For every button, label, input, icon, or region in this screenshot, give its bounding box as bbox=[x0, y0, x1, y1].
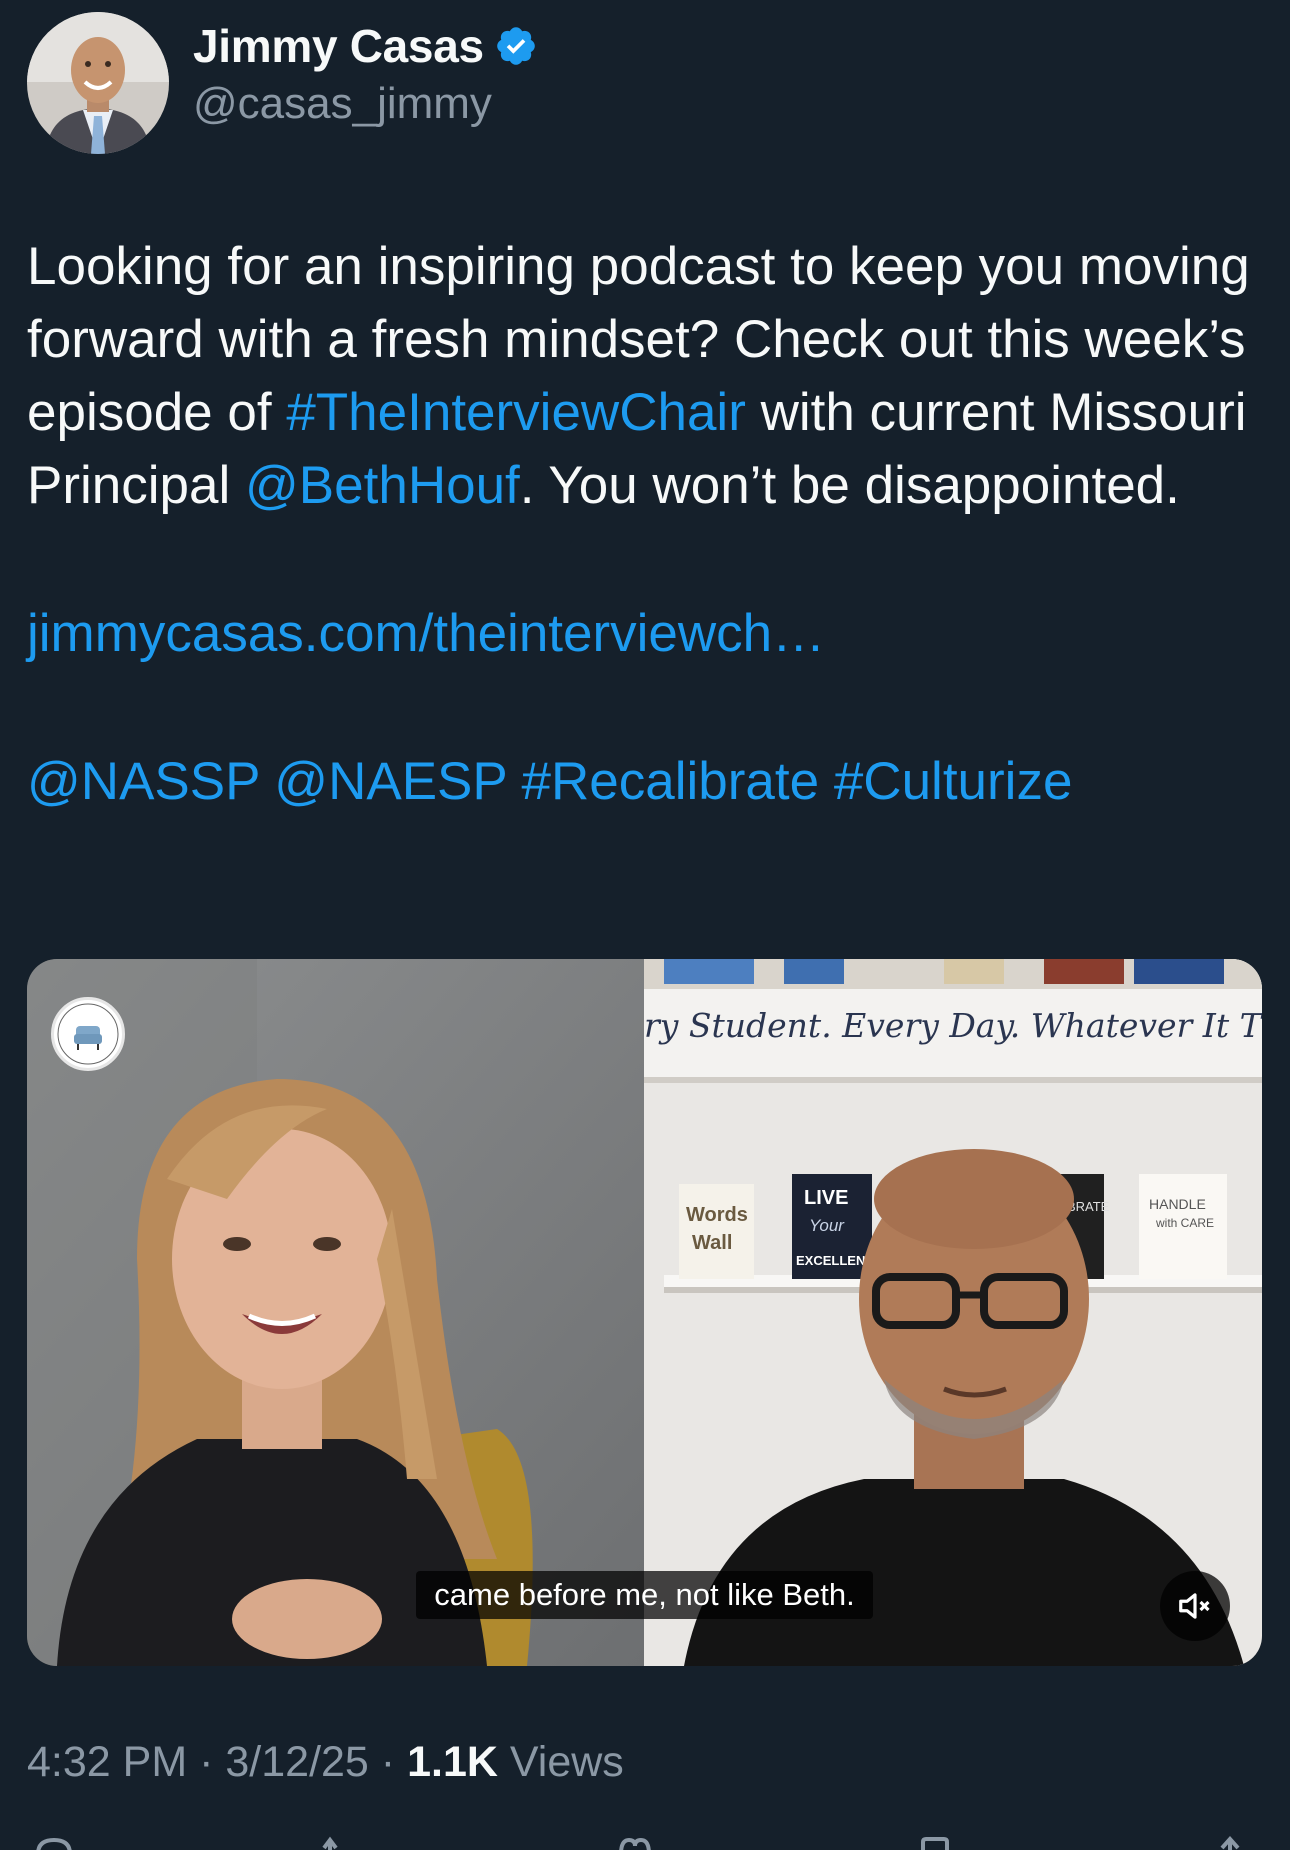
tweet-meta: 4:32 PM · 3/12/25 · 1.1K Views bbox=[27, 1738, 624, 1787]
book-handle-with-care: HANDLE with CARE bbox=[1139, 1174, 1227, 1279]
repost-icon[interactable] bbox=[320, 1836, 360, 1850]
svg-text:with CARE: with CARE bbox=[1155, 1216, 1214, 1230]
share-icon[interactable] bbox=[1210, 1836, 1250, 1850]
speaker-muted-icon bbox=[1179, 1593, 1210, 1619]
author-names: Jimmy Casas @casas_jimmy bbox=[193, 19, 538, 129]
views-count[interactable]: 1.1K bbox=[407, 1738, 498, 1786]
tweet-paragraph-tags: @NASSP @NAESP #Recalibrate #Culturize bbox=[27, 745, 1257, 818]
book-words-wall: Words Wall bbox=[679, 1184, 754, 1279]
hashtag-link[interactable]: #Recalibrate bbox=[522, 752, 820, 811]
mention-link[interactable]: @NASSP bbox=[27, 752, 260, 811]
tweet-paragraph-main: Looking for an inspiring podcast to keep… bbox=[27, 230, 1257, 522]
url-link[interactable]: jimmycasas.com/theinterviewch… bbox=[27, 604, 825, 663]
reply-icon[interactable] bbox=[34, 1836, 74, 1850]
like-icon[interactable] bbox=[615, 1836, 655, 1850]
svg-text:LIVE: LIVE bbox=[804, 1187, 848, 1209]
video-frame-right: ry Student. Every Day. Whatever It T Wor… bbox=[644, 959, 1262, 1666]
tweet-paragraph-link: jimmycasas.com/theinterviewch… bbox=[27, 597, 1257, 670]
meta-separator: · bbox=[380, 1738, 396, 1786]
tweet-body: Looking for an inspiring podcast to keep… bbox=[27, 230, 1257, 818]
mute-toggle-button[interactable] bbox=[1160, 1571, 1230, 1641]
tweet-time[interactable]: 4:32 PM bbox=[27, 1738, 187, 1786]
display-name[interactable]: Jimmy Casas bbox=[193, 19, 484, 73]
svg-text:Wall: Wall bbox=[692, 1232, 732, 1254]
svg-text:Your: Your bbox=[809, 1216, 845, 1235]
svg-text:Words: Words bbox=[686, 1204, 748, 1226]
action-bar bbox=[0, 1836, 1290, 1850]
wall-banner-text: ry Student. Every Day. Whatever It T bbox=[644, 1006, 1262, 1045]
handle[interactable]: @casas_jimmy bbox=[193, 79, 538, 129]
mention-link[interactable]: @NAESP bbox=[274, 752, 507, 811]
video-frame-left bbox=[27, 959, 644, 1666]
avatar[interactable] bbox=[27, 12, 169, 154]
video-caption: came before me, not like Beth. bbox=[27, 1571, 1262, 1619]
bookmark-icon[interactable] bbox=[915, 1836, 955, 1850]
caption-text: came before me, not like Beth. bbox=[416, 1571, 873, 1619]
tweet-detail-page: Jimmy Casas @casas_jimmy Looking for an … bbox=[0, 0, 1290, 1850]
tweet-text-segment: . You won’t be disappointed. bbox=[519, 456, 1180, 515]
hashtag-link[interactable]: #Culturize bbox=[834, 752, 1073, 811]
tweet-header: Jimmy Casas @casas_jimmy bbox=[27, 12, 538, 154]
podcast-logo-icon bbox=[51, 997, 125, 1071]
views-label: Views bbox=[509, 1738, 624, 1786]
verified-badge-icon[interactable] bbox=[494, 24, 538, 68]
mention-link[interactable]: @BethHouf bbox=[245, 456, 520, 515]
meta-separator: · bbox=[199, 1738, 214, 1786]
video-player[interactable]: ry Student. Every Day. Whatever It T Wor… bbox=[27, 959, 1262, 1666]
tweet-date[interactable]: 3/12/25 bbox=[225, 1738, 368, 1786]
display-name-row: Jimmy Casas bbox=[193, 19, 538, 73]
svg-text:HANDLE: HANDLE bbox=[1149, 1196, 1206, 1212]
hashtag-link[interactable]: #TheInterviewChair bbox=[286, 383, 746, 442]
